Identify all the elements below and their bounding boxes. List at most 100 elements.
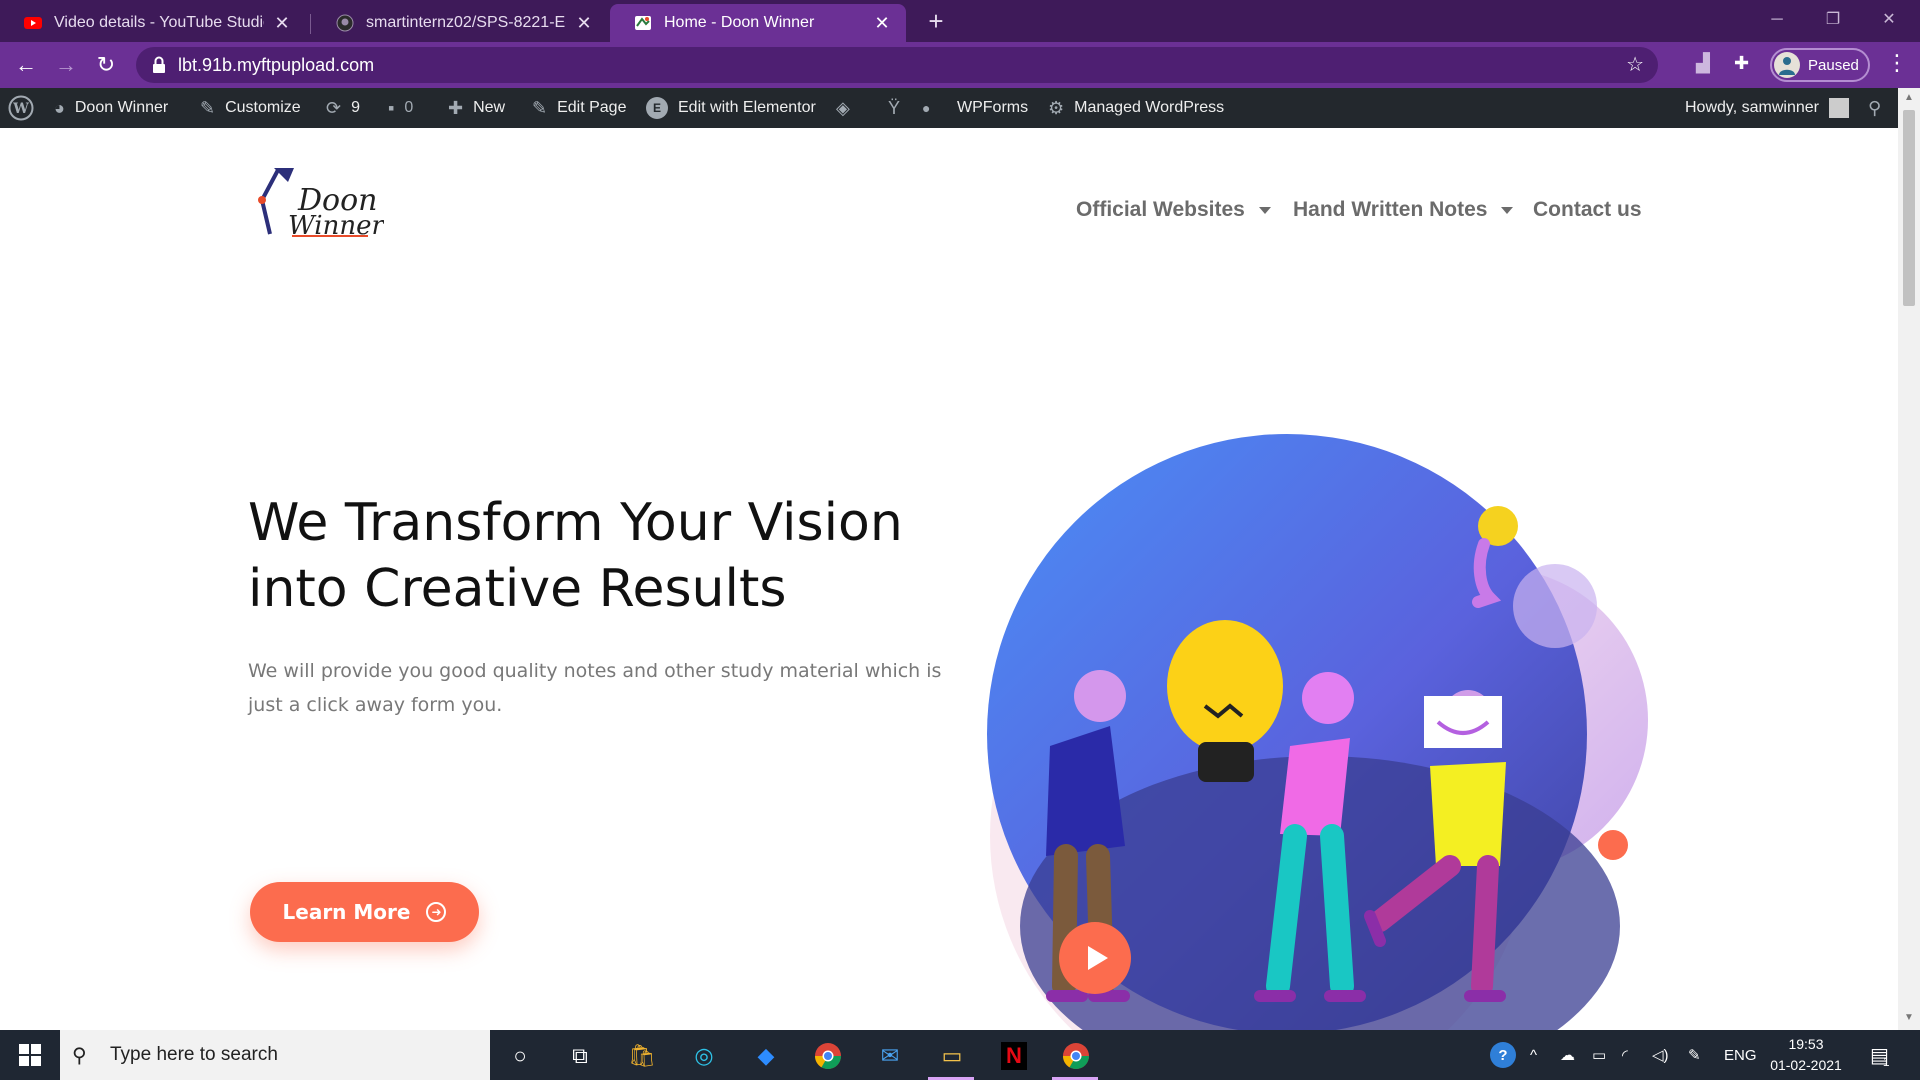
- edit-page-label: Edit Page: [557, 99, 627, 116]
- managed-wp-label: Managed WordPress: [1074, 99, 1225, 116]
- adminbar-account[interactable]: Howdy, samwinner: [1685, 88, 1849, 128]
- extensions-puzzle-icon[interactable]: ✚: [1734, 53, 1749, 74]
- store-icon[interactable]: 🛍: [624, 1039, 660, 1073]
- minimize-icon[interactable]: ─: [1754, 0, 1800, 40]
- address-bar[interactable]: lbt.91b.myftpupload.com ☆: [136, 47, 1658, 83]
- help-icon[interactable]: ?: [1490, 1030, 1516, 1080]
- adminbar-search[interactable]: ⚲: [1868, 88, 1881, 128]
- close-tab-icon[interactable]: ✕: [272, 13, 292, 34]
- status-dot-icon: ●: [922, 100, 931, 116]
- pen-icon[interactable]: ✎: [1688, 1030, 1701, 1080]
- close-tab-icon[interactable]: ✕: [574, 13, 594, 34]
- taskbar-search-box[interactable]: ⚲ Type here to search: [60, 1030, 490, 1080]
- mail-icon[interactable]: ✉: [872, 1039, 908, 1073]
- search-icon: ⚲: [72, 1044, 87, 1067]
- nav-contact-us[interactable]: Contact us: [1533, 198, 1642, 222]
- play-video-button[interactable]: [1059, 922, 1131, 994]
- close-tab-icon[interactable]: ✕: [872, 13, 892, 34]
- profile-status-label: Paused: [1808, 56, 1859, 74]
- search-icon: ⚲: [1868, 97, 1882, 118]
- tab-youtube-studio[interactable]: Video details - YouTube Studio ✕: [0, 4, 306, 42]
- new-label: New: [473, 99, 506, 116]
- site-logo[interactable]: Doon Winner: [248, 164, 384, 240]
- edge-icon[interactable]: ◎: [686, 1039, 722, 1073]
- volume-icon[interactable]: ◁): [1652, 1030, 1669, 1080]
- wpforms-label: WPForms: [957, 99, 1029, 116]
- more-menu-icon[interactable]: ⋮: [1886, 50, 1908, 76]
- windows-taskbar: ⚲ Type here to search ○ ⧉ 🛍 ◎ ◆ ✉ ▭ N ? …: [0, 1030, 1920, 1080]
- dropbox-icon[interactable]: ◆: [748, 1039, 784, 1073]
- adminbar-status[interactable]: ●: [922, 88, 940, 128]
- profile-button[interactable]: Paused: [1770, 48, 1870, 82]
- system-clock[interactable]: 19:53 01-02-2021: [1758, 1034, 1854, 1076]
- adminbar-site-name[interactable]: ◕ Doon Winner: [54, 88, 168, 128]
- adminbar-edit-page[interactable]: ✎ Edit Page: [532, 88, 626, 128]
- howdy-label: Howdy, samwinner: [1685, 99, 1819, 116]
- task-view-icon[interactable]: ⧉: [562, 1039, 598, 1073]
- yoast-icon: Ÿ: [888, 97, 901, 118]
- page-scrollbar[interactable]: ▲ ▼: [1898, 88, 1920, 1030]
- browser-toolbar: ← → ↻ lbt.91b.myftpupload.com ☆ ▟ ✚ Paus…: [0, 42, 1920, 88]
- wordpress-logo-icon[interactable]: W: [8, 88, 34, 128]
- chevron-down-icon: [1258, 206, 1271, 214]
- dashboard-icon: ◕: [54, 97, 65, 118]
- nav-label: Hand Written Notes: [1293, 198, 1488, 221]
- windows-logo-icon: [19, 1044, 41, 1066]
- adminbar-new[interactable]: ✚ New: [448, 88, 505, 128]
- scroll-down-icon[interactable]: ▼: [1898, 1012, 1920, 1023]
- adminbar-diamond[interactable]: ◈: [836, 88, 860, 128]
- chrome-icon[interactable]: [810, 1039, 846, 1073]
- netflix-icon[interactable]: N: [996, 1039, 1032, 1073]
- cortana-icon[interactable]: ○: [502, 1039, 538, 1073]
- new-tab-icon[interactable]: +: [922, 6, 950, 36]
- bookmark-star-icon[interactable]: ☆: [1626, 52, 1644, 77]
- pencil-icon: ✎: [532, 97, 548, 118]
- wifi-icon[interactable]: ◜: [1622, 1030, 1628, 1080]
- avatar: [1828, 98, 1849, 118]
- tab-doon-winner[interactable]: Home - Doon Winner ✕: [610, 4, 906, 42]
- notification-center-icon[interactable]: ▤ 1: [1870, 1030, 1890, 1080]
- adminbar-edit-elementor[interactable]: E Edit with Elementor: [646, 88, 816, 128]
- back-icon[interactable]: ←: [12, 51, 40, 79]
- adminbar-wpforms[interactable]: WPForms: [957, 88, 1028, 128]
- brush-icon: ✎: [200, 97, 216, 118]
- start-button[interactable]: [0, 1030, 60, 1080]
- forward-icon[interactable]: →: [52, 51, 80, 79]
- extension-chart-icon[interactable]: ▟: [1696, 53, 1710, 74]
- reload-icon[interactable]: ↻: [92, 51, 120, 79]
- svg-text:W: W: [12, 101, 29, 117]
- learn-more-button[interactable]: Learn More ➜: [250, 882, 479, 942]
- chevron-down-icon: [1501, 206, 1514, 214]
- hero-description-line: just a click away form you.: [248, 694, 503, 716]
- adminbar-managed-wp[interactable]: ⚙ Managed WordPress: [1048, 88, 1224, 128]
- nav-hand-written-notes[interactable]: Hand Written Notes: [1293, 198, 1514, 222]
- tab-title: Video details - YouTube Studio: [54, 14, 264, 31]
- input-language[interactable]: ENG: [1724, 1030, 1757, 1080]
- tab-github[interactable]: smartinternz02/SPS-8221-Educat ✕: [312, 4, 608, 42]
- close-window-icon[interactable]: ✕: [1866, 0, 1912, 40]
- onedrive-icon[interactable]: ☁: [1560, 1030, 1575, 1080]
- diamond-icon: ◈: [836, 97, 850, 118]
- avatar: [1774, 52, 1800, 78]
- netflix-logo-icon: N: [1001, 1042, 1027, 1070]
- adminbar-updates[interactable]: ⟳ 9: [326, 88, 360, 128]
- tab-title: Home - Doon Winner: [664, 14, 815, 31]
- scroll-thumb[interactable]: [1903, 110, 1915, 306]
- site-favicon-icon: [635, 16, 651, 30]
- wordpress-icon: W: [8, 95, 34, 121]
- comments-count: 0: [404, 99, 414, 116]
- adminbar-comments[interactable]: ▪ 0: [388, 88, 413, 128]
- wp-admin-bar: W ◕ Doon Winner ✎ Customize ⟳ 9 ▪ 0 ✚ Ne…: [0, 88, 1898, 128]
- github-icon: [336, 14, 354, 32]
- customize-label: Customize: [225, 99, 301, 116]
- adminbar-yoast[interactable]: Ÿ: [888, 88, 910, 128]
- hero-title-line: We Transform Your Vision: [248, 493, 903, 553]
- nav-official-websites[interactable]: Official Websites: [1076, 198, 1271, 222]
- battery-icon[interactable]: ▭: [1592, 1030, 1606, 1080]
- adminbar-customize[interactable]: ✎ Customize: [200, 88, 301, 128]
- url-text[interactable]: lbt.91b.myftpupload.com: [178, 55, 374, 76]
- show-hidden-icons[interactable]: ^: [1530, 1030, 1537, 1080]
- scroll-up-icon[interactable]: ▲: [1898, 92, 1920, 103]
- browser-tab-strip: Video details - YouTube Studio ✕ smartin…: [0, 0, 1920, 42]
- restore-icon[interactable]: ❐: [1810, 0, 1856, 40]
